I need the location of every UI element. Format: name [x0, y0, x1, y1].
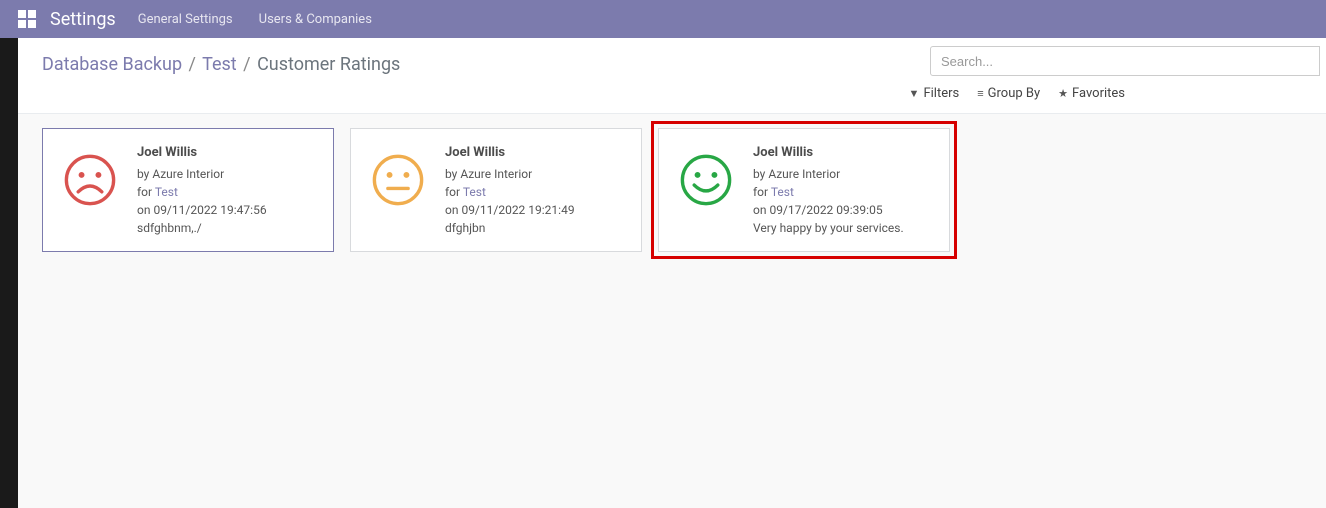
rated-by: by Azure Interior — [137, 165, 267, 183]
breadcrumb-link[interactable]: Database Backup — [42, 54, 182, 75]
rating-card[interactable]: Joel Willis by Azure Interior for Test o… — [658, 128, 950, 252]
nav-users-companies[interactable]: Users & Companies — [259, 12, 372, 27]
rating-comment: Very happy by your services. — [753, 219, 904, 237]
face-sad-icon — [63, 153, 117, 207]
for-link[interactable]: Test — [771, 185, 794, 199]
for-link[interactable]: Test — [463, 185, 486, 199]
kanban-view: Joel Willis by Azure Interior for Test o… — [18, 114, 1326, 508]
rating-face — [371, 153, 425, 207]
rated-for: for Test — [137, 183, 267, 201]
rated-for: for Test — [753, 183, 904, 201]
rating-card[interactable]: Joel Willis by Azure Interior for Test o… — [350, 128, 642, 252]
favorites-button[interactable]: ★ Favorites — [1058, 86, 1125, 101]
rating-comment: sdfghbnm,./ — [137, 219, 267, 237]
filters-button[interactable]: ▼ Filters — [909, 86, 960, 101]
search-input[interactable] — [930, 46, 1320, 76]
face-happy-icon — [679, 153, 733, 207]
apps-icon[interactable] — [18, 10, 36, 28]
app-title: Settings — [50, 9, 116, 30]
breadcrumb-sep: / — [243, 54, 250, 75]
breadcrumb-sep: / — [189, 54, 196, 75]
rating-face — [679, 153, 733, 207]
topbar: Settings General Settings Users & Compan… — [0, 0, 1326, 38]
rated-by: by Azure Interior — [753, 165, 904, 183]
card-body: Joel Willis by Azure Interior for Test o… — [445, 143, 575, 237]
rating-card[interactable]: Joel Willis by Azure Interior for Test o… — [42, 128, 334, 252]
filter-icon: ▼ — [909, 87, 920, 100]
breadcrumb-link[interactable]: Test — [202, 54, 237, 75]
for-prefix: for — [753, 185, 771, 199]
star-icon: ★ — [1058, 87, 1068, 100]
search-toolbar: ▼ Filters ≡ Group By ★ Favorites — [909, 86, 1320, 101]
favorites-label: Favorites — [1072, 86, 1125, 101]
filters-label: Filters — [923, 86, 959, 101]
card-body: Joel Willis by Azure Interior for Test o… — [137, 143, 267, 237]
rating-date: on 09/11/2022 19:47:56 — [137, 201, 267, 219]
rating-date: on 09/11/2022 19:21:49 — [445, 201, 575, 219]
for-prefix: for — [445, 185, 463, 199]
rating-face — [63, 153, 117, 207]
rated-by: by Azure Interior — [445, 165, 575, 183]
rating-comment: dfghjbn — [445, 219, 575, 237]
breadcrumb-current: Customer Ratings — [257, 54, 400, 75]
groupby-label: Group By — [988, 86, 1041, 101]
breadcrumb: Database Backup / Test / Customer Rating… — [42, 46, 400, 101]
groupby-button[interactable]: ≡ Group By — [977, 86, 1040, 101]
nav-general-settings[interactable]: General Settings — [138, 12, 233, 27]
rating-date: on 09/17/2022 09:39:05 — [753, 201, 904, 219]
groupby-icon: ≡ — [977, 87, 983, 100]
customer-name: Joel Willis — [445, 143, 575, 163]
rated-for: for Test — [445, 183, 575, 201]
face-neutral-icon — [371, 153, 425, 207]
customer-name: Joel Willis — [753, 143, 904, 163]
card-body: Joel Willis by Azure Interior for Test o… — [753, 143, 904, 237]
control-panel: Database Backup / Test / Customer Rating… — [18, 38, 1326, 114]
for-link[interactable]: Test — [155, 185, 178, 199]
customer-name: Joel Willis — [137, 143, 267, 163]
for-prefix: for — [137, 185, 155, 199]
